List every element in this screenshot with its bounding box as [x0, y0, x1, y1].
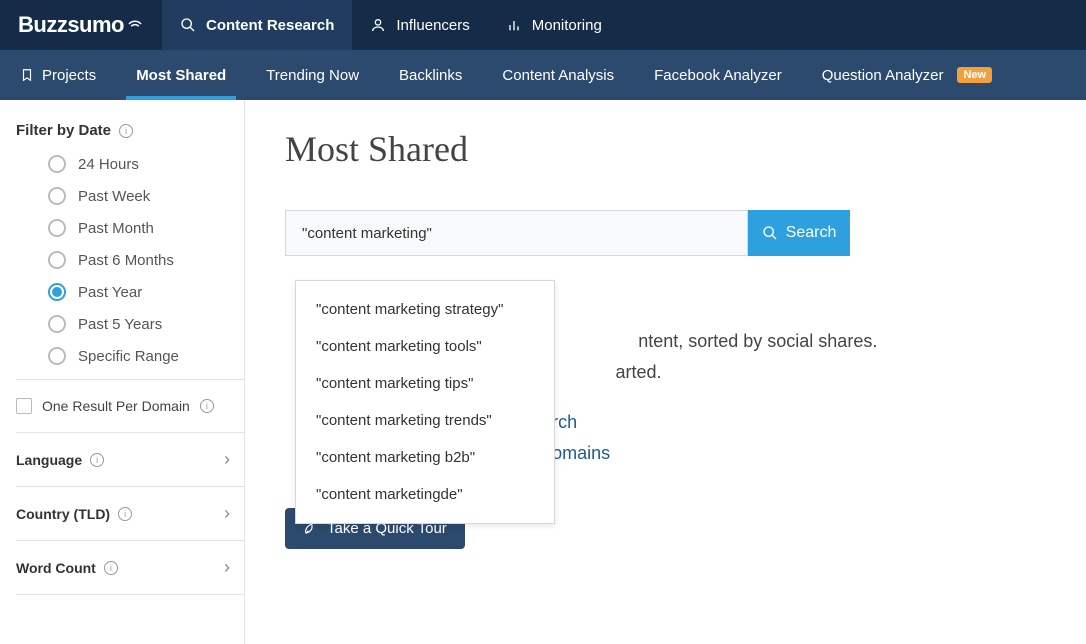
subnav-projects[interactable]: Projects — [0, 50, 116, 100]
autocomplete-dropdown: "content marketing strategy" "content ma… — [295, 280, 555, 524]
subnav-backlinks[interactable]: Backlinks — [379, 50, 482, 100]
chevron-right-icon: › — [224, 557, 230, 578]
info-icon[interactable]: i — [90, 453, 104, 467]
date-radio-list: 24 Hours Past Week Past Month Past 6 Mon… — [48, 155, 244, 365]
wifi-icon — [126, 12, 144, 35]
checkbox-icon — [16, 398, 32, 414]
date-option-past-year[interactable]: Past Year — [48, 283, 244, 301]
subnav-label: Projects — [42, 67, 96, 84]
subnav-label: Most Shared — [136, 67, 226, 84]
info-icon[interactable]: i — [118, 507, 132, 521]
autocomplete-option[interactable]: "content marketing tips" — [296, 365, 554, 402]
chevron-right-icon: › — [224, 449, 230, 470]
radio-icon — [48, 251, 66, 269]
radio-icon — [48, 283, 66, 301]
date-option-past-week[interactable]: Past Week — [48, 187, 244, 205]
bookmark-icon — [20, 68, 34, 82]
brand-name: Buzzsumo — [18, 12, 124, 37]
info-icon[interactable]: i — [200, 399, 214, 413]
section-word-count[interactable]: Word Count i › — [16, 540, 244, 595]
date-option-past-month[interactable]: Past Month — [48, 219, 244, 237]
subnav-question-analyzer[interactable]: Question Analyzer New — [802, 50, 1012, 100]
info-icon[interactable]: i — [119, 124, 133, 138]
nav-tab-label: Content Research — [206, 17, 334, 34]
checkbox-label: One Result Per Domain — [42, 398, 190, 414]
new-badge: New — [957, 67, 992, 83]
search-icon — [180, 17, 196, 33]
top-navigation: Buzzsumo Content Research Influencers Mo… — [0, 0, 1086, 50]
section-label: Country (TLD) — [16, 506, 110, 522]
date-option-past-6-months[interactable]: Past 6 Months — [48, 251, 244, 269]
radio-icon — [48, 187, 66, 205]
search-button-label: Search — [786, 224, 837, 242]
user-icon — [370, 17, 386, 33]
radio-label: Specific Range — [78, 348, 179, 365]
bars-icon — [506, 17, 522, 33]
section-language[interactable]: Language i › — [16, 432, 244, 486]
autocomplete-option[interactable]: "content marketing b2b" — [296, 439, 554, 476]
main-content: Most Shared Search "content marketing st… — [245, 100, 1086, 644]
intro-line-2: arted. — [616, 362, 662, 382]
filter-by-date-title: Filter by Date i — [16, 122, 244, 139]
date-option-24-hours[interactable]: 24 Hours — [48, 155, 244, 173]
search-input[interactable] — [285, 210, 748, 256]
nav-tab-content-research[interactable]: Content Research — [162, 0, 352, 50]
radio-icon — [48, 347, 66, 365]
subnav-trending-now[interactable]: Trending Now — [246, 50, 379, 100]
subnav-label: Question Analyzer — [822, 67, 944, 84]
one-result-per-domain[interactable]: One Result Per Domain i — [16, 379, 244, 432]
page-title: Most Shared — [285, 128, 1046, 170]
radio-label: Past Year — [78, 284, 142, 301]
nav-tab-monitoring[interactable]: Monitoring — [488, 0, 620, 50]
subnav-label: Trending Now — [266, 67, 359, 84]
subnav-facebook-analyzer[interactable]: Facebook Analyzer — [634, 50, 802, 100]
autocomplete-option[interactable]: "content marketing tools" — [296, 328, 554, 365]
sub-navigation: Projects Most Shared Trending Now Backli… — [0, 50, 1086, 100]
autocomplete-option[interactable]: "content marketingde" — [296, 476, 554, 513]
subnav-content-analysis[interactable]: Content Analysis — [482, 50, 634, 100]
subnav-label: Content Analysis — [502, 67, 614, 84]
subnav-most-shared[interactable]: Most Shared — [116, 50, 246, 100]
logo: Buzzsumo — [0, 12, 162, 38]
section-label: Language — [16, 452, 82, 468]
radio-label: Past Week — [78, 188, 150, 205]
subnav-label: Backlinks — [399, 67, 462, 84]
radio-label: Past 5 Years — [78, 316, 162, 333]
intro-line-1: ntent, sorted by social shares. — [638, 331, 877, 351]
radio-icon — [48, 219, 66, 237]
sidebar: Filter by Date i 24 Hours Past Week Past… — [0, 100, 245, 644]
filter-title-text: Filter by Date — [16, 122, 111, 139]
search-bar: Search — [285, 210, 850, 256]
search-icon — [762, 225, 778, 241]
autocomplete-option[interactable]: "content marketing trends" — [296, 402, 554, 439]
section-label: Word Count — [16, 560, 96, 576]
date-option-specific-range[interactable]: Specific Range — [48, 347, 244, 365]
nav-tab-label: Monitoring — [532, 17, 602, 34]
nav-tab-label: Influencers — [396, 17, 469, 34]
section-country[interactable]: Country (TLD) i › — [16, 486, 244, 540]
info-icon[interactable]: i — [104, 561, 118, 575]
radio-icon — [48, 315, 66, 333]
radio-icon — [48, 155, 66, 173]
date-option-past-5-years[interactable]: Past 5 Years — [48, 315, 244, 333]
chevron-right-icon: › — [224, 503, 230, 524]
radio-label: 24 Hours — [78, 156, 139, 173]
autocomplete-option[interactable]: "content marketing strategy" — [296, 291, 554, 328]
subnav-label: Facebook Analyzer — [654, 67, 782, 84]
search-button[interactable]: Search — [748, 210, 850, 256]
nav-tab-influencers[interactable]: Influencers — [352, 0, 487, 50]
radio-label: Past Month — [78, 220, 154, 237]
radio-label: Past 6 Months — [78, 252, 174, 269]
